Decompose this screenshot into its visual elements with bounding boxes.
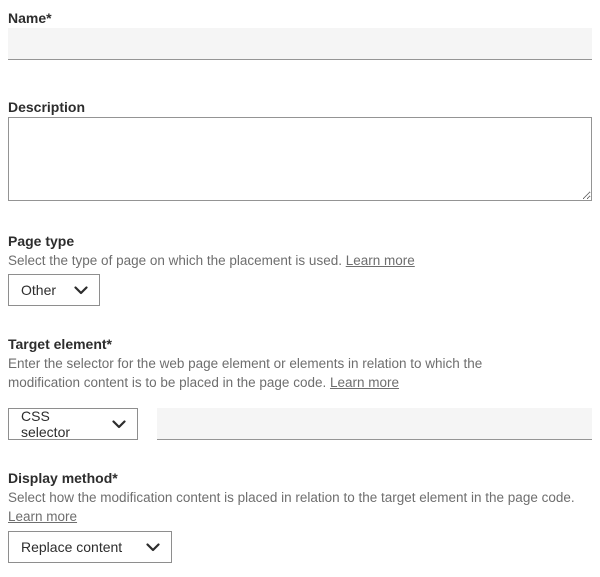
description-field-group: Description — [8, 97, 592, 201]
target-element-field-group: Target element* Enter the selector for t… — [8, 334, 592, 440]
page-type-dropdown[interactable]: Other — [8, 274, 100, 306]
chevron-down-icon — [146, 543, 160, 552]
display-method-help-text: Select how the modification content is p… — [8, 490, 575, 505]
display-method-label: Display method* — [8, 468, 592, 488]
page-type-selected-value: Other — [21, 282, 56, 298]
display-method-field-group: Display method* Select how the modificat… — [8, 468, 592, 563]
page-type-field-group: Page type Select the type of page on whi… — [8, 231, 592, 306]
description-label: Description — [8, 97, 592, 117]
display-method-help: Select how the modification content is p… — [8, 488, 592, 526]
description-textarea[interactable] — [8, 117, 592, 201]
display-method-dropdown[interactable]: Replace content — [8, 531, 172, 563]
chevron-down-icon — [74, 286, 88, 295]
page-type-help: Select the type of page on which the pla… — [8, 251, 592, 270]
page-type-label: Page type — [8, 231, 592, 251]
learn-more-link[interactable]: Learn more — [8, 509, 77, 524]
page-type-help-text: Select the type of page on which the pla… — [8, 253, 342, 268]
target-element-help-text: Enter the selector for the web page elem… — [8, 356, 482, 390]
learn-more-link[interactable]: Learn more — [330, 375, 399, 390]
selector-type-dropdown[interactable]: CSS selector — [8, 408, 138, 440]
name-field-group: Name* — [8, 8, 592, 60]
selector-type-selected-value: CSS selector — [21, 408, 98, 440]
display-method-selected-value: Replace content — [21, 539, 122, 555]
target-element-help: Enter the selector for the web page elem… — [8, 354, 513, 392]
target-element-label: Target element* — [8, 334, 592, 354]
selector-value-input[interactable] — [157, 408, 592, 440]
name-label: Name* — [8, 8, 592, 28]
target-element-input-row: CSS selector — [8, 408, 592, 440]
chevron-down-icon — [112, 420, 126, 429]
learn-more-link[interactable]: Learn more — [346, 253, 415, 268]
name-input[interactable] — [8, 28, 592, 60]
